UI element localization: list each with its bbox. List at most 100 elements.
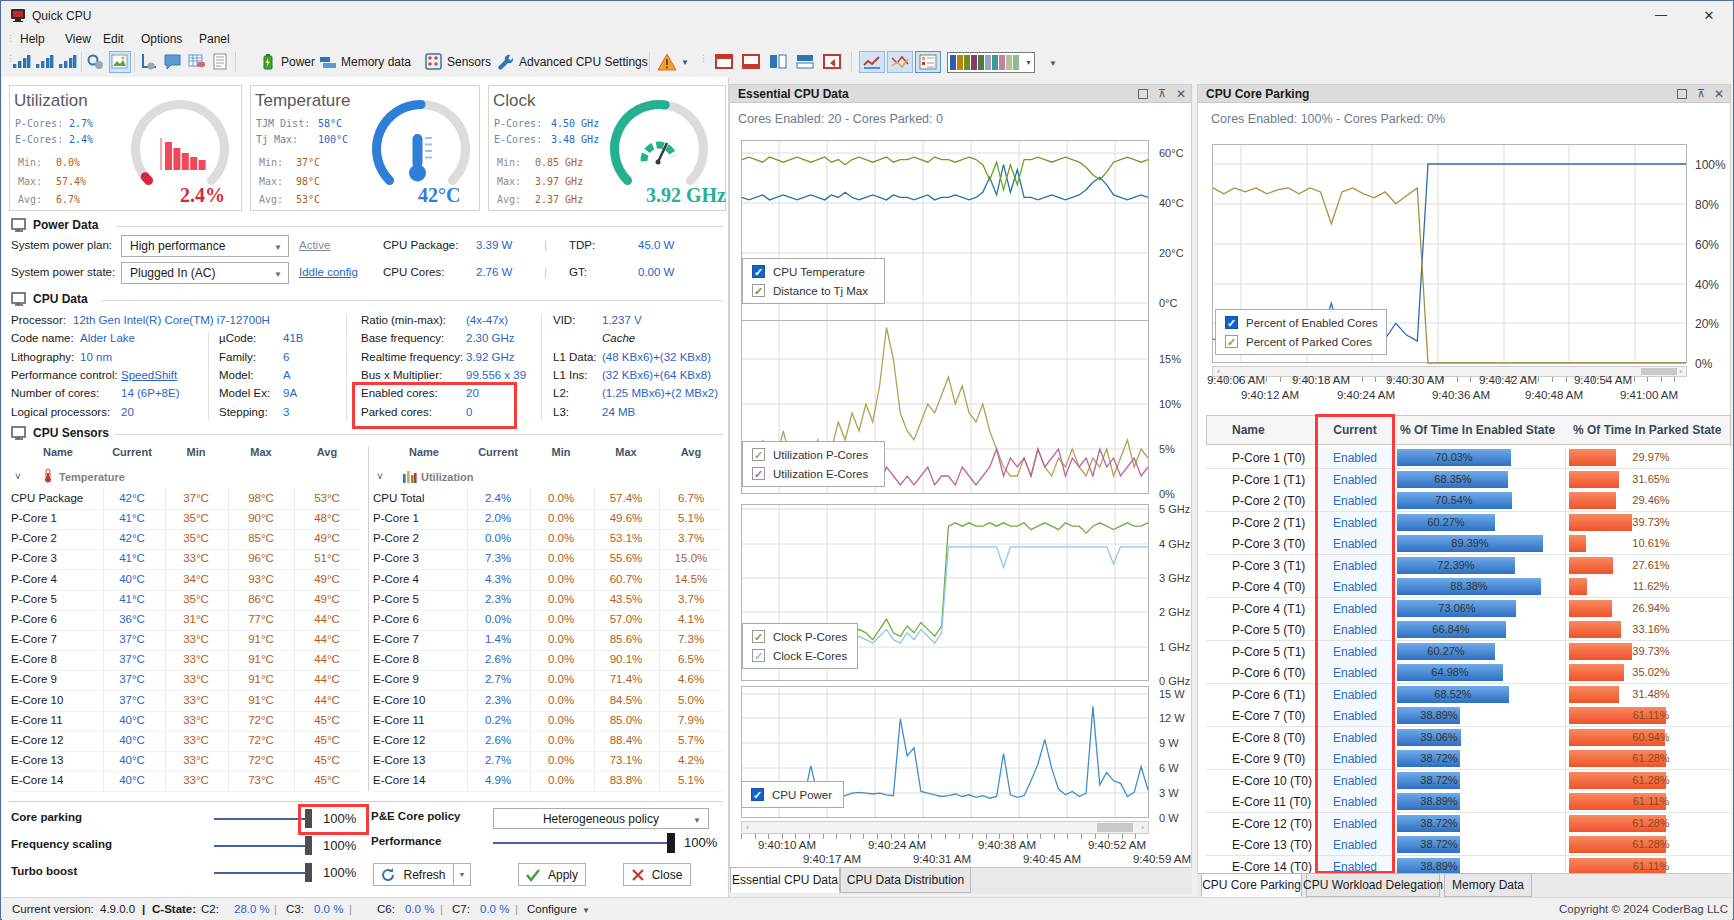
- active-link[interactable]: Active: [299, 239, 330, 251]
- close-panel-icon-r[interactable]: ✕: [1714, 87, 1724, 101]
- slider-track-2[interactable]: [214, 872, 309, 874]
- legend-item[interactable]: ✓Distance to Tj Max: [743, 281, 884, 300]
- refresh-button[interactable]: Refresh: [373, 863, 454, 886]
- slider-handle-2[interactable]: [305, 863, 312, 882]
- legend-checkbox[interactable]: ✓: [1225, 316, 1238, 329]
- legend-item[interactable]: ✓Utilization P-Cores: [743, 445, 884, 464]
- core-name: P-Core 2 (T1): [1232, 516, 1305, 530]
- axis-settings-icon[interactable]: [138, 51, 160, 73]
- pin-panel-icon[interactable]: ⊼: [1158, 87, 1166, 100]
- legend-item[interactable]: ✓CPU Temperature: [743, 262, 884, 281]
- chart-small-icon[interactable]: [11, 51, 33, 73]
- maximize-panel-icon[interactable]: [1138, 89, 1148, 99]
- close-panel-button[interactable]: Close: [623, 863, 691, 886]
- sensors-button[interactable]: Sensors: [425, 51, 491, 73]
- chart-large-icon[interactable]: [57, 51, 79, 73]
- memory-data-button[interactable]: Memory data: [319, 51, 411, 73]
- menu-item-help[interactable]: Help: [20, 32, 45, 46]
- performance-handle[interactable]: [667, 833, 675, 853]
- chart-legend-toggle[interactable]: [915, 51, 941, 73]
- legend-checkbox[interactable]: ✓: [752, 284, 765, 297]
- legend-checkbox[interactable]: ✓: [752, 448, 765, 461]
- warning-dropdown-arrow[interactable]: ▼: [681, 58, 689, 67]
- sensor-row-sep: [11, 791, 361, 792]
- legend-checkbox[interactable]: ✓: [752, 467, 765, 480]
- slider-handle-1[interactable]: [305, 836, 312, 855]
- chart-medium-icon[interactable]: [34, 51, 56, 73]
- tab-essential-cpu-data[interactable]: Essential CPU Data: [730, 867, 840, 893]
- menu-item-options[interactable]: Options: [141, 32, 182, 46]
- power-button[interactable]: Power: [259, 51, 315, 73]
- core-name: E-Core 8 (T0): [1232, 731, 1305, 745]
- menu-item-edit[interactable]: Edit: [103, 32, 124, 46]
- cpu-data-value[interactable]: SpeedShift: [121, 369, 177, 381]
- sensor-group-collapse[interactable]: ˅: [15, 471, 21, 482]
- sensor-group-collapse[interactable]: ˅: [377, 471, 383, 482]
- system-settings-icon[interactable]: [85, 51, 107, 73]
- menu-item-panel[interactable]: Panel: [199, 32, 230, 46]
- palette-extra-arrow[interactable]: ▼: [1049, 59, 1057, 68]
- scroll-left-arrow[interactable]: ‹: [742, 822, 753, 833]
- scroll-right-arrow[interactable]: ›: [1137, 822, 1148, 833]
- enabled-pct: 60.27%: [1416, 645, 1476, 657]
- slider-track-1[interactable]: [214, 845, 309, 847]
- tab-cpu-core-parking[interactable]: CPU Core Parking: [1201, 873, 1302, 897]
- performance-track[interactable]: [493, 842, 669, 844]
- panel-layout-icon-5[interactable]: [821, 51, 843, 73]
- image-view-icon[interactable]: [109, 51, 131, 73]
- legend-item[interactable]: ✓Clock P-Cores: [743, 627, 857, 646]
- panel-layout-icon-4[interactable]: [794, 51, 816, 73]
- panel-layout-icon-2[interactable]: [740, 51, 762, 73]
- line-chart-toggle-1[interactable]: [859, 51, 885, 73]
- close-panel-icon[interactable]: ✕: [1176, 87, 1186, 101]
- cpu-data-label4: L1 Ins:: [553, 369, 588, 381]
- apply-button[interactable]: Apply: [518, 863, 586, 886]
- legend-item[interactable]: ✓Percent of Parked Cores: [1216, 332, 1386, 351]
- menu-item-view[interactable]: View: [65, 32, 91, 46]
- legend-checkbox[interactable]: ✓: [752, 649, 765, 662]
- parking-row: P-Core 3 (T1)Enabled72.39%27.61%: [1206, 555, 1731, 577]
- sensor-avg: 44°C: [299, 694, 355, 706]
- cpu-sensors-rule: [115, 434, 723, 435]
- scroll-thumb[interactable]: [1097, 823, 1133, 832]
- comment-icon[interactable]: [162, 51, 184, 73]
- power-plan-select[interactable]: High performance▼: [121, 235, 289, 257]
- refresh-dropdown[interactable]: ▼: [453, 863, 471, 886]
- legend-item[interactable]: ✓Clock E-Cores: [743, 646, 857, 665]
- policy-select[interactable]: Heterogeneous policy▼: [493, 808, 709, 829]
- tab-cpu-data-distribution[interactable]: CPU Data Distribution: [840, 867, 971, 893]
- middle-chart-scrollbar[interactable]: ‹›: [741, 821, 1149, 834]
- sensor-name: E-Core 12: [373, 734, 425, 746]
- panel-layout-icon-1[interactable]: [713, 51, 735, 73]
- maximize-panel-icon-r[interactable]: [1677, 89, 1687, 99]
- legend-item[interactable]: ✓Percent of Enabled Cores: [1216, 313, 1386, 332]
- sensor-min: 35°C: [168, 532, 224, 544]
- tab-cpu-workload-delegation[interactable]: CPU Workload Delegation: [1306, 873, 1440, 897]
- sensor-col-header: Max: [236, 446, 286, 458]
- advanced-cpu-settings-button-label: Advanced CPU Settings: [519, 55, 648, 69]
- palette-dropdown[interactable]: ▼: [947, 52, 1035, 73]
- legend-checkbox[interactable]: ✓: [1225, 335, 1238, 348]
- legend-checkbox[interactable]: ✓: [752, 265, 765, 278]
- panel-layout-icon-3[interactable]: [767, 51, 789, 73]
- tab-memory-data[interactable]: Memory Data: [1444, 873, 1532, 897]
- power-state-select[interactable]: Plugged In (AC)▼: [121, 262, 289, 284]
- advanced-cpu-settings-button[interactable]: Advanced CPU Settings: [497, 51, 648, 73]
- close-button[interactable]: ✕: [1694, 1, 1724, 29]
- legend-checkbox[interactable]: ✓: [752, 630, 765, 643]
- minimize-button[interactable]: —: [1646, 1, 1676, 29]
- table-edit-icon[interactable]: [186, 51, 208, 73]
- legend-item[interactable]: ✓Utilization E-Cores: [743, 464, 884, 483]
- cpu-data-value4: 24 MB: [602, 406, 635, 418]
- report-icon[interactable]: [210, 51, 232, 73]
- line-chart-toggle-2[interactable]: [887, 51, 913, 73]
- legend-checkbox[interactable]: ✓: [751, 788, 764, 801]
- warning-icon[interactable]: [656, 51, 678, 73]
- sensor-min: 35°C: [168, 512, 224, 524]
- legend-item[interactable]: ✓CPU Power: [742, 785, 843, 804]
- idle-config-link[interactable]: Iddle config: [299, 266, 358, 278]
- slider-track-0[interactable]: [214, 818, 309, 820]
- scroll-thumb-r[interactable]: [1641, 368, 1677, 375]
- configure-menu[interactable]: Configure: [527, 903, 577, 915]
- pin-panel-icon-r[interactable]: ⊼: [1697, 87, 1705, 100]
